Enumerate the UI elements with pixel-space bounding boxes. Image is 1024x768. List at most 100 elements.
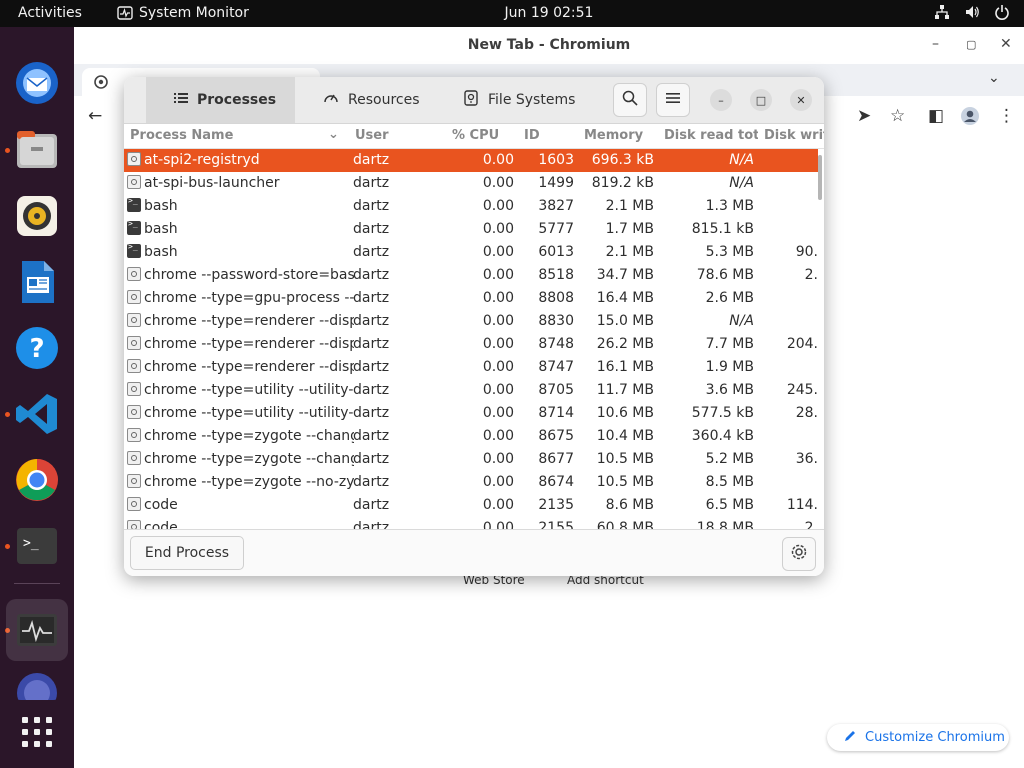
- gear-icon: [127, 359, 141, 373]
- table-row[interactable]: chrome --type=utility --utility-su dartz 0…: [124, 379, 818, 402]
- maximize-button[interactable]: □: [750, 89, 772, 111]
- process-name: chrome --password-store=basic: [144, 267, 354, 283]
- list-icon: [174, 91, 188, 109]
- column-header-process-name[interactable]: Process Name: [130, 128, 330, 143]
- tab-search-chevron-icon[interactable]: ⌄: [988, 70, 1000, 86]
- process-cpu: 0.00: [482, 244, 514, 260]
- process-disk-read: 5.3 MB: [705, 244, 754, 260]
- rhythmbox-icon[interactable]: [11, 190, 63, 242]
- gear-icon: [127, 290, 141, 304]
- table-row[interactable]: chrome --type=zygote --change dartz 0.00 86…: [124, 425, 818, 448]
- table-row[interactable]: bash dartz 0.00 3827 2.1 MB 1.3 MB: [124, 195, 818, 218]
- scrollbar[interactable]: [818, 155, 822, 200]
- files-icon[interactable]: [11, 124, 63, 176]
- chrome-icon[interactable]: [11, 454, 63, 506]
- gear-icon: [127, 152, 141, 166]
- app-grid-icon[interactable]: [11, 706, 63, 758]
- process-user: dartz: [353, 474, 390, 490]
- table-row[interactable]: chrome --type=utility --utility-su dartz 0…: [124, 402, 818, 425]
- process-memory: 15.0 MB: [596, 313, 654, 329]
- search-icon: [622, 90, 638, 110]
- table-row[interactable]: chrome --type=renderer --displ dartz 0.00 8…: [124, 310, 818, 333]
- system-tray[interactable]: [934, 4, 1010, 20]
- column-header-disk-read[interactable]: Disk read total: [664, 128, 758, 143]
- process-name: chrome --type=gpu-process --cl: [144, 290, 354, 306]
- writer-icon[interactable]: [11, 256, 63, 308]
- tab-processes[interactable]: Processes: [146, 77, 295, 123]
- process-disk-read: 8.5 MB: [705, 474, 754, 490]
- close-button[interactable]: ✕: [790, 89, 812, 111]
- send-icon[interactable]: ➤: [857, 106, 871, 126]
- column-header-user[interactable]: User: [355, 128, 425, 143]
- table-row[interactable]: chrome --type=gpu-process --cl dartz 0.00 8…: [124, 287, 818, 310]
- tab-resources[interactable]: Resources: [295, 77, 435, 123]
- table-row[interactable]: code dartz 0.00 2155 60.8 MB 18.8 MB 2.: [124, 517, 818, 529]
- column-header-id[interactable]: ID: [524, 128, 554, 143]
- table-row[interactable]: code dartz 0.00 2135 8.6 MB 6.5 MB 114.: [124, 494, 818, 517]
- process-user: dartz: [353, 290, 390, 306]
- system-monitor-window: Processes Resources File Systems – □ ✕ P…: [124, 77, 824, 576]
- search-button[interactable]: [613, 83, 647, 117]
- thunderbird-icon[interactable]: [11, 57, 63, 109]
- close-icon: ✕: [796, 93, 806, 107]
- vscode-icon[interactable]: [11, 388, 63, 440]
- table-row[interactable]: bash dartz 0.00 6013 2.1 MB 5.3 MB 90.: [124, 241, 818, 264]
- table-row[interactable]: chrome --password-store=basic dartz 0.00 85…: [124, 264, 818, 287]
- table-row[interactable]: chrome --type=renderer --displ dartz 0.00 8…: [124, 356, 818, 379]
- power-icon[interactable]: [994, 4, 1010, 20]
- process-cpu: 0.00: [482, 497, 514, 513]
- system-monitor-footer: End Process: [124, 529, 824, 576]
- table-row[interactable]: chrome --type=zygote --change dartz 0.00 86…: [124, 448, 818, 471]
- column-header-memory[interactable]: Memory: [584, 128, 648, 143]
- process-name: at-spi2-registryd: [144, 152, 260, 168]
- column-header-disk-write[interactable]: Disk write: [764, 128, 824, 143]
- sort-chevron-icon[interactable]: ⌄: [328, 127, 339, 142]
- process-id: 1499: [538, 175, 574, 191]
- menu-kebab-icon[interactable]: ⋮: [998, 106, 1015, 126]
- side-panel-icon[interactable]: ◧: [928, 106, 944, 126]
- table-row[interactable]: chrome --type=zygote --no-zygo dartz 0.00 8…: [124, 471, 818, 494]
- gear-icon: [127, 267, 141, 281]
- process-disk-read: 5.2 MB: [705, 451, 754, 467]
- process-disk-write: 2.: [804, 267, 818, 283]
- volume-icon[interactable]: [964, 4, 980, 20]
- clock[interactable]: Jun 19 02:51: [0, 5, 1024, 21]
- process-name: chrome --type=zygote --change: [144, 428, 354, 444]
- process-cpu: 0.00: [482, 405, 514, 421]
- process-memory: 696.3 kB: [591, 152, 654, 168]
- tab-file-systems-label: File Systems: [488, 92, 576, 108]
- back-icon[interactable]: ←: [88, 106, 102, 126]
- table-row[interactable]: at-spi-bus-launcher dartz 0.00 1499 819.2 kB…: [124, 172, 818, 195]
- process-name: bash: [144, 221, 178, 237]
- process-name: code: [144, 497, 178, 513]
- top-bar: Activities System Monitor Jun 19 02:51: [0, 0, 1024, 27]
- minimize-button[interactable]: –: [710, 89, 732, 111]
- table-row[interactable]: chrome --type=renderer --displ dartz 0.00 8…: [124, 333, 818, 356]
- process-cpu: 0.00: [482, 474, 514, 490]
- terminal-icon[interactable]: >_: [11, 520, 63, 572]
- star-icon[interactable]: ☆: [890, 106, 905, 126]
- table-row[interactable]: bash dartz 0.00 5777 1.7 MB 815.1 kB: [124, 218, 818, 241]
- partial-app-icon[interactable]: [11, 670, 63, 700]
- help-icon[interactable]: ?: [11, 322, 63, 374]
- profile-icon[interactable]: [960, 106, 980, 131]
- svg-text:>_: >_: [23, 536, 39, 551]
- customize-chromium-button[interactable]: Customize Chromium: [827, 724, 1009, 751]
- system-monitor-icon[interactable]: [6, 599, 68, 661]
- end-process-button[interactable]: End Process: [130, 536, 244, 570]
- process-cpu: 0.00: [482, 198, 514, 214]
- process-cpu: 0.00: [482, 359, 514, 375]
- column-header-cpu[interactable]: % CPU: [452, 128, 502, 143]
- process-cpu: 0.00: [482, 428, 514, 444]
- minimize-icon[interactable]: –: [932, 36, 939, 52]
- main-menu-button[interactable]: [656, 83, 690, 117]
- maximize-icon[interactable]: ▢: [966, 38, 976, 51]
- table-row[interactable]: at-spi2-registryd dartz 0.00 1603 696.3 kB N/…: [124, 149, 818, 172]
- network-icon[interactable]: [934, 4, 950, 20]
- process-settings-button[interactable]: [782, 537, 816, 571]
- process-memory: 10.5 MB: [596, 474, 654, 490]
- close-icon[interactable]: ✕: [1000, 36, 1012, 52]
- tab-file-systems[interactable]: File Systems: [435, 77, 595, 123]
- process-id: 8830: [538, 313, 574, 329]
- process-cpu: 0.00: [482, 152, 514, 168]
